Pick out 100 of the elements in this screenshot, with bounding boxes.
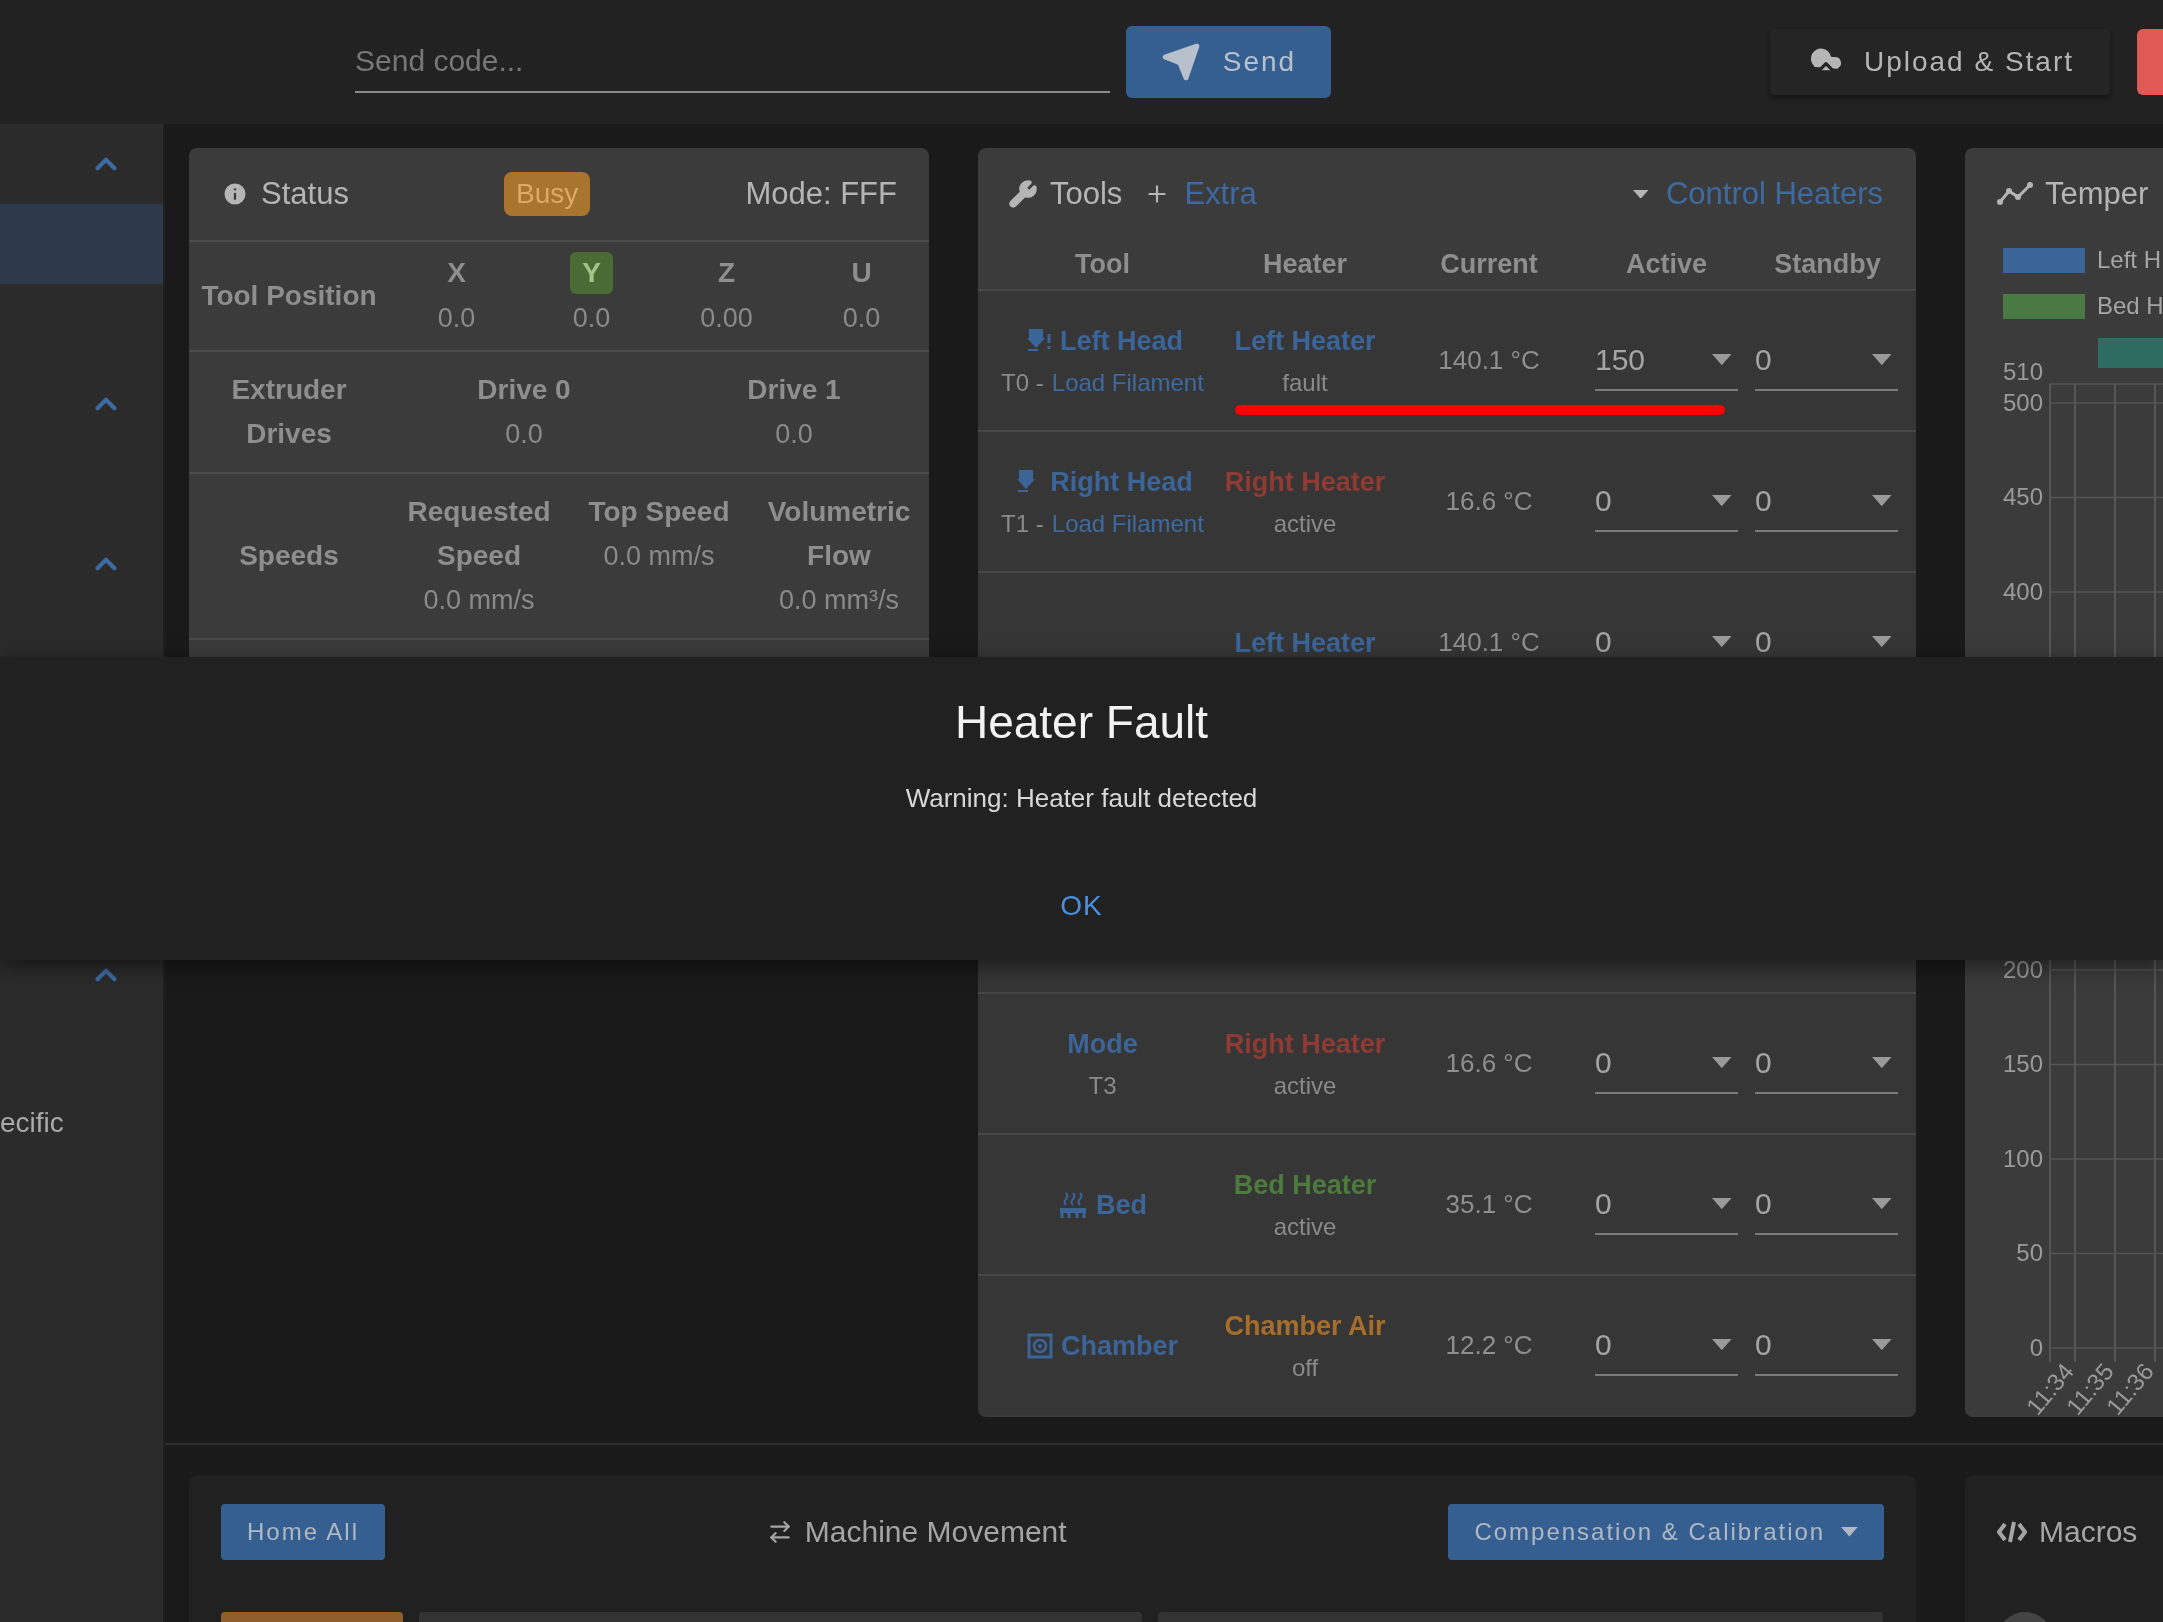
axis-label: Z — [716, 256, 737, 290]
send-icon — [1160, 42, 1201, 82]
send-button[interactable]: Send — [1126, 26, 1331, 98]
axis-label: U — [850, 256, 873, 290]
axis-value: 0.00 — [700, 302, 753, 335]
sidebar-item[interactable]: ecific — [0, 1083, 163, 1163]
caret-icon — [1872, 635, 1892, 648]
standby-temperature-field[interactable]: 0 — [1755, 1315, 1898, 1376]
column-header: Heater — [1261, 249, 1348, 280]
panel-title: Tools — [1050, 176, 1123, 212]
heater-name[interactable]: Bed Heater — [1233, 1162, 1377, 1207]
row-label: Extruder Drives — [230, 373, 348, 451]
load-filament-link[interactable]: Load Filament — [1051, 362, 1204, 403]
legend-swatch[interactable] — [2098, 338, 2163, 368]
drive-label: Drive 1 — [747, 373, 841, 407]
axis-tick-label: 100 — [2002, 1145, 2043, 1172]
active-temperature-field[interactable]: 0 — [1595, 1315, 1738, 1376]
caret-icon — [1632, 189, 1648, 199]
current-temperature: 16.6 °C — [1444, 486, 1534, 517]
row-label: Speeds — [238, 539, 340, 573]
speed-label: Requested Speed — [406, 495, 552, 573]
caret-icon — [1712, 353, 1732, 366]
active-temperature-field[interactable]: 0 — [1595, 1033, 1738, 1094]
tool-name[interactable]: Mode — [1067, 1021, 1138, 1066]
ok-button[interactable]: OK — [1044, 884, 1119, 928]
tool-name[interactable]: Bed — [1096, 1182, 1147, 1227]
caret-icon — [1712, 635, 1732, 648]
active-temperature-field[interactable]: 150 — [1595, 330, 1738, 391]
caret-icon — [1872, 353, 1892, 366]
axis-tick-label: 200 — [2002, 955, 2043, 983]
column-header: Active — [1624, 249, 1708, 280]
standby-temperature-field[interactable]: 0 — [1755, 1174, 1898, 1235]
standby-temperature-field[interactable]: 0 — [1755, 471, 1898, 532]
drive-value: 0.0 — [775, 418, 813, 451]
panel-title: Machine Movement — [804, 1515, 1067, 1549]
mode-label: Mode: FFF — [745, 176, 897, 212]
panel-title: Macros — [2039, 1515, 2138, 1549]
axis-label: Y — [570, 252, 613, 294]
legend-swatch[interactable] — [2003, 247, 2085, 273]
current-temperature: 12.2 °C — [1444, 1330, 1534, 1361]
sidebar-item[interactable] — [0, 204, 163, 284]
axis-value: 0.0 — [842, 302, 881, 335]
axis-tick-label: 510 — [2002, 358, 2043, 385]
current-temperature: 140.1 °C — [1437, 345, 1541, 376]
current-temperature: 140.1 °C — [1437, 627, 1541, 658]
axis-label: X — [446, 256, 467, 290]
standby-temperature-field[interactable]: 0 — [1755, 1033, 1898, 1094]
speed-label: Top Speed — [588, 495, 730, 529]
axis-tick-label: 450 — [2002, 483, 2043, 511]
active-temperature-field[interactable]: 0 — [1595, 471, 1738, 532]
heater-state: active — [1273, 1070, 1337, 1101]
heater-state: off — [1291, 1352, 1319, 1383]
legend-label[interactable]: Bed H — [2097, 292, 2163, 320]
axis-tick-label: 0 — [2029, 1334, 2043, 1361]
heater-state: active — [1273, 1211, 1337, 1242]
tool-name[interactable]: Right Head — [1050, 459, 1193, 504]
heated-bed-icon — [1058, 1189, 1088, 1220]
caret-icon — [1841, 1527, 1858, 1537]
upload-start-button[interactable]: Upload & Start — [1770, 29, 2110, 95]
column-header: Tool — [1074, 249, 1131, 280]
current-temperature: 16.6 °C — [1444, 1048, 1534, 1079]
load-filament-link[interactable]: Load Filament — [1051, 503, 1204, 544]
tool-name[interactable]: Left Head — [1060, 318, 1183, 363]
current-temperature: 35.1 °C — [1444, 1189, 1534, 1220]
speed-label: Volumetric Flow — [766, 495, 912, 573]
extra-link[interactable]: Extra — [1184, 176, 1257, 212]
heater-name[interactable]: Chamber Air — [1224, 1303, 1386, 1348]
calibration-button[interactable]: Compensation & Calibration — [1448, 1504, 1884, 1560]
tool-name[interactable]: Chamber — [1061, 1323, 1178, 1368]
caret-icon — [1712, 1056, 1732, 1069]
row-label: Tool Position — [200, 279, 378, 313]
command-field[interactable]: Send code... — [355, 31, 1110, 93]
drive-label: Drive 0 — [477, 373, 571, 407]
caret-icon — [1872, 494, 1892, 507]
caret-icon — [1872, 1338, 1892, 1351]
legend-label[interactable]: Left H — [2097, 246, 2162, 274]
caret-icon — [1712, 1338, 1732, 1351]
heater-state: fault — [1282, 367, 1328, 398]
axis-value: 0.0 — [437, 302, 476, 335]
tool-number: T0 - — [1001, 367, 1044, 398]
speed-value: 0.0 mm³/s — [779, 584, 899, 617]
heater-state: active — [1273, 508, 1337, 539]
standby-temperature-field[interactable]: 0 — [1755, 330, 1898, 391]
status-badge: Busy — [504, 172, 591, 216]
legend-swatch[interactable] — [2003, 293, 2085, 319]
axis-tick-label: 50 — [2016, 1239, 2043, 1267]
control-heaters-link[interactable]: Control Heaters — [1665, 176, 1883, 212]
dialog-message: Warning: Heater fault detected — [905, 783, 1258, 814]
active-temperature-field[interactable]: 0 — [1595, 1174, 1738, 1235]
heater-name[interactable]: Left Heater — [1234, 318, 1376, 363]
column-header: Current — [1439, 249, 1539, 280]
info-icon — [221, 180, 249, 208]
axis-tick-label: 150 — [2002, 1050, 2043, 1078]
home-all-button[interactable]: Home All — [221, 1504, 386, 1560]
axis-tick-label: 500 — [2002, 388, 2043, 416]
speed-value: 0.0 mm/s — [603, 540, 715, 573]
line-chart-icon — [1997, 182, 2033, 206]
column-header: Standby — [1773, 249, 1882, 280]
chamber-icon — [1027, 1332, 1053, 1359]
caret-icon — [1872, 1056, 1892, 1069]
